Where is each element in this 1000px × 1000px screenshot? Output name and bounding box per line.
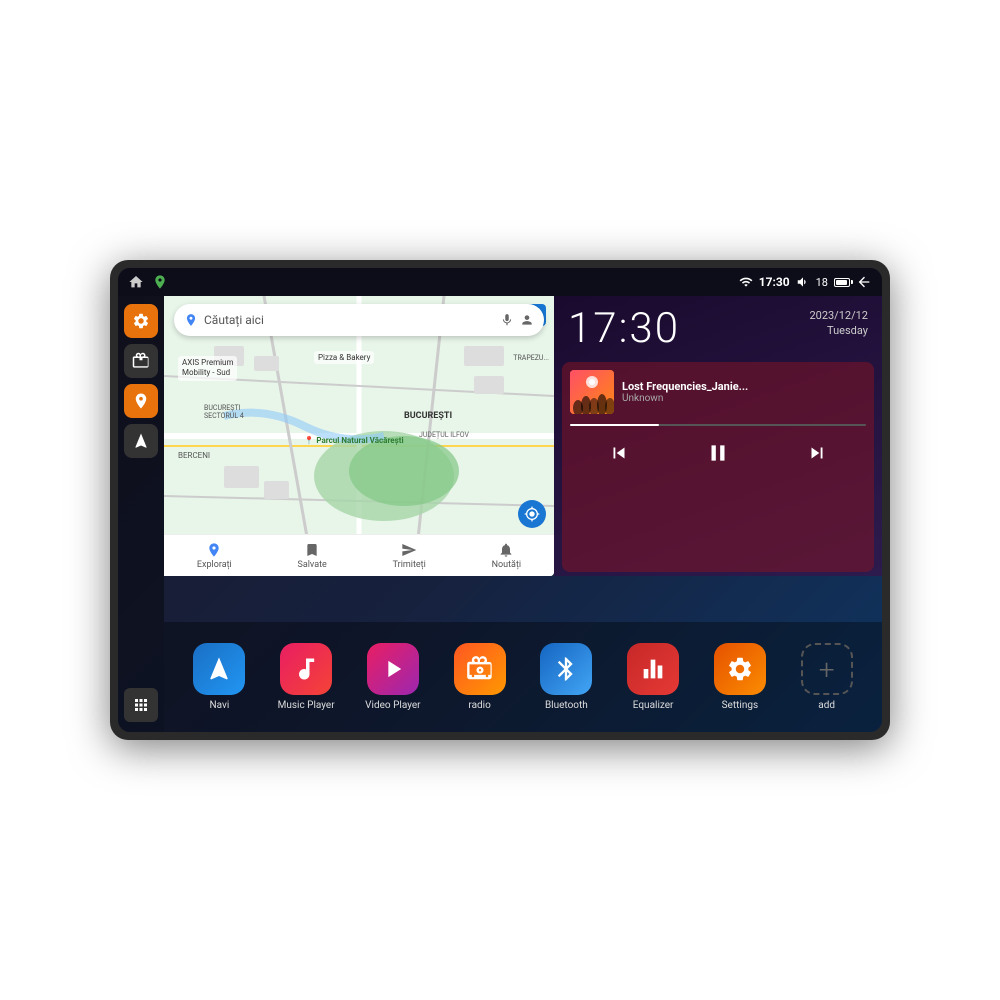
status-battery-num: 18 [816,276,828,289]
video-player-label: Video Player [365,700,420,711]
app-item-add[interactable]: + add [791,643,863,711]
equalizer-label: Equalizer [633,700,674,711]
map-saved-label: Salvate [298,560,327,570]
clock-colon: : [619,304,630,353]
map-news-btn[interactable]: Noutăți [492,542,522,570]
clock-section: 17:30 2023/12/12 Tuesday [554,296,882,358]
navi-icon [193,643,245,695]
map-pin-icon [152,274,168,290]
map-label-bucuresti: BUCUREȘTI [404,411,452,421]
settings-icon-app [714,643,766,695]
clock-day: Tuesday [809,323,868,338]
add-icon: + [801,643,853,695]
battery-icon [834,278,850,287]
bluetooth-label: Bluetooth [545,700,588,711]
video-icon [367,643,419,695]
music-section: Lost Frequencies_Janie... Unknown [562,362,874,572]
app-grid: Navi Music Player [164,622,882,732]
status-bar: 17:30 18 [118,268,882,296]
volume-icon [796,275,810,289]
clock-date-text: 2023/12/12 [809,308,868,323]
status-bar-right: 17:30 18 [739,274,872,290]
left-sidebar [118,296,164,732]
radio-icon [454,643,506,695]
sidebar-settings-btn[interactable] [124,304,158,338]
main-content: Google AXIS PremiumMobility - Sud Pizza … [118,296,882,732]
music-info: Lost Frequencies_Janie... Unknown [570,370,866,414]
settings-label: Settings [722,700,759,711]
map-label-ilfov: JUDEȚUL ILFOV [419,431,469,439]
map-label-axis: AXIS PremiumMobility - Sud [178,356,237,381]
account-icon[interactable] [520,313,534,327]
map-news-label: Noutăți [492,560,522,570]
app-item-music[interactable]: Music Player [270,643,342,711]
music-icon [280,643,332,695]
map-label-pizza: Pizza & Bakery [314,351,374,364]
map-search-bar[interactable]: Căutați aici [174,304,544,336]
map-navigate-btn[interactable] [518,500,546,528]
app-item-settings[interactable]: Settings [704,643,776,711]
map-label-berceni: BERCENI [178,451,210,460]
prev-btn[interactable] [600,438,638,473]
clock-hours: 17 [568,304,619,353]
music-controls [570,436,866,475]
map-bottom-bar: Explorați Salvate Trimiteți Noutăți [164,534,554,576]
music-progress-fill [570,424,659,426]
wifi-icon [739,275,753,289]
device-screen: 17:30 18 [118,268,882,732]
back-icon[interactable] [856,274,872,290]
map-search-icons [500,313,534,327]
map-explore-label: Explorați [197,560,232,570]
right-panel: 17:30 2023/12/12 Tuesday [554,296,882,576]
map-label-park: 📍 Parcul Natural Văcărești [304,436,404,445]
map-area[interactable]: Google AXIS PremiumMobility - Sud Pizza … [164,296,554,576]
map-saved-btn[interactable]: Salvate [298,542,327,570]
mic-icon[interactable] [500,313,514,327]
radio-label: radio [468,700,490,711]
sidebar-tray-btn[interactable] [124,344,158,378]
sidebar-navi-btn[interactable] [124,424,158,458]
music-artist: Unknown [622,393,866,404]
clock-date: 2023/12/12 Tuesday [809,308,868,339]
map-label-trapezului: TRAPEZU... [513,354,549,362]
next-btn[interactable] [798,438,836,473]
music-progress-bar[interactable] [570,424,866,426]
music-player-label: Music Player [278,700,335,711]
app-item-radio[interactable]: radio [444,643,516,711]
sidebar-apps-btn[interactable] [124,688,158,722]
map-explore-btn[interactable]: Explorați [197,542,232,570]
status-bar-left [128,274,168,290]
sidebar-map-btn[interactable] [124,384,158,418]
app-item-navi[interactable]: Navi [183,643,255,711]
google-maps-icon [184,313,198,327]
map-label-sectorul4: BUCUREȘTISECTORUL 4 [204,404,244,420]
navi-label: Navi [209,700,229,711]
map-share-btn[interactable]: Trimiteți [393,542,426,570]
bluetooth-icon-app [540,643,592,695]
clock-minutes: 30 [629,304,680,353]
car-display-device: 17:30 18 [110,260,890,740]
album-art [570,370,614,414]
music-text: Lost Frequencies_Janie... Unknown [622,380,866,404]
status-time: 17:30 [759,275,790,289]
map-share-label: Trimiteți [393,560,426,570]
clock-time: 17:30 [568,308,680,350]
map-search-text: Căutați aici [204,313,494,327]
app-item-bluetooth[interactable]: Bluetooth [530,643,602,711]
play-pause-btn[interactable] [697,436,739,475]
music-title: Lost Frequencies_Janie... [622,380,866,393]
app-item-video[interactable]: Video Player [357,643,429,711]
app-item-equalizer[interactable]: Equalizer [617,643,689,711]
home-icon [128,274,144,290]
equalizer-icon [627,643,679,695]
add-label: add [818,700,835,711]
